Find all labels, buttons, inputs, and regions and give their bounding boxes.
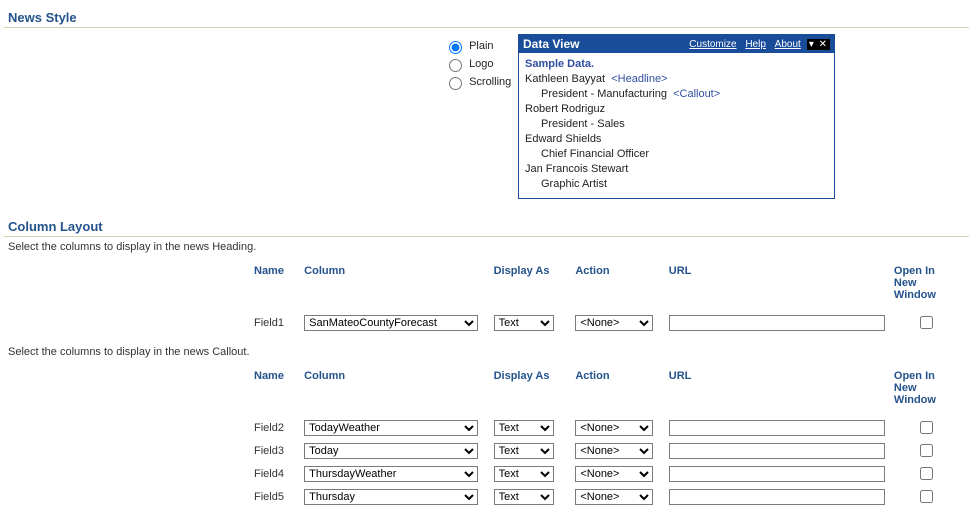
radio-scrolling[interactable]: Scrolling	[444, 74, 514, 90]
url-input[interactable]	[669, 443, 885, 459]
displayas-select[interactable]: Text	[494, 443, 554, 459]
data-view-links: Customize Help About	[683, 39, 801, 50]
radio-plain[interactable]: Plain	[444, 38, 514, 54]
link-customize[interactable]: Customize	[689, 39, 736, 50]
hdr-url: URL	[669, 366, 894, 416]
sample-row-2: Edward Shields Chief Financial Officer	[525, 132, 828, 162]
link-about[interactable]: About	[775, 39, 801, 50]
hdr-column: Column	[304, 366, 493, 416]
hdr-disp: Display As	[494, 366, 576, 416]
displayas-select[interactable]: Text	[494, 315, 554, 331]
heading-grid: Name Column Display As Action URL Open I…	[254, 261, 964, 334]
data-view-body: Sample Data. Kathleen Bayyat <Headline> …	[519, 53, 834, 198]
hdr-disp: Display As	[494, 261, 576, 311]
hdr-url: URL	[669, 261, 894, 311]
open-new-window-checkbox[interactable]	[920, 421, 933, 434]
section-title-column-layout: Column Layout	[4, 217, 969, 237]
field-name: Field2	[254, 416, 304, 439]
sample-row-1: Robert Rodriguz President - Sales	[525, 102, 828, 132]
heading-row-0: Field1 SanMateoCountyForecast Text <None…	[254, 311, 964, 334]
sample-role: President - Sales	[525, 117, 828, 132]
sample-name: Edward Shields	[525, 133, 601, 145]
action-select[interactable]: <None>	[575, 315, 653, 331]
window-buttons[interactable]: ▾ ✕	[807, 39, 830, 50]
callout-row-2: Field4 ThursdayWeather Text <None>	[254, 462, 964, 485]
field-name: Field4	[254, 462, 304, 485]
sample-row-0: Kathleen Bayyat <Headline> President - M…	[525, 72, 828, 102]
sample-name: Jan Francois Stewart	[525, 163, 628, 175]
hdr-name: Name	[254, 366, 304, 416]
link-help[interactable]: Help	[745, 39, 766, 50]
action-select[interactable]: <None>	[575, 443, 653, 459]
column-select[interactable]: TodayWeather	[304, 420, 478, 436]
column-select[interactable]: ThursdayWeather	[304, 466, 478, 482]
radio-plain-input[interactable]	[449, 41, 462, 54]
displayas-select[interactable]: Text	[494, 466, 554, 482]
url-input[interactable]	[669, 489, 885, 505]
sample-data-label: Sample Data.	[525, 57, 828, 72]
callout-grid: Name Column Display As Action URL Open I…	[254, 366, 964, 508]
hdr-column: Column	[304, 261, 493, 311]
news-style-row: Plain Logo Scrolling Data View Customize…	[4, 34, 969, 199]
radio-plain-label: Plain	[469, 40, 493, 52]
action-select[interactable]: <None>	[575, 420, 653, 436]
headline-tag: <Headline>	[611, 73, 667, 85]
radio-scrolling-label: Scrolling	[469, 76, 511, 88]
open-new-window-checkbox[interactable]	[920, 444, 933, 457]
radio-logo-input[interactable]	[449, 59, 462, 72]
open-new-window-checkbox[interactable]	[920, 316, 933, 329]
field-name: Field3	[254, 439, 304, 462]
radio-logo-label: Logo	[469, 58, 493, 70]
displayas-select[interactable]: Text	[494, 420, 554, 436]
radio-scrolling-input[interactable]	[449, 77, 462, 90]
hdr-open: Open In New Window	[894, 366, 964, 416]
callout-instruction: Select the columns to display in the new…	[8, 346, 969, 358]
sample-role: President - Manufacturing	[541, 88, 667, 100]
data-view-panel: Data View Customize Help About ▾ ✕ Sampl…	[518, 34, 835, 199]
open-new-window-checkbox[interactable]	[920, 490, 933, 503]
sample-name: Kathleen Bayyat	[525, 73, 605, 85]
radio-logo[interactable]: Logo	[444, 56, 514, 72]
open-new-window-checkbox[interactable]	[920, 467, 933, 480]
displayas-select[interactable]: Text	[494, 489, 554, 505]
news-style-radios: Plain Logo Scrolling	[444, 34, 514, 92]
action-select[interactable]: <None>	[575, 489, 653, 505]
heading-instruction: Select the columns to display in the new…	[8, 241, 969, 253]
data-view-title: Data View	[523, 37, 583, 51]
sample-role: Graphic Artist	[525, 177, 828, 192]
hdr-open: Open In New Window	[894, 261, 964, 311]
grid-header-row: Name Column Display As Action URL Open I…	[254, 366, 964, 416]
sample-name: Robert Rodriguz	[525, 103, 605, 115]
url-input[interactable]	[669, 315, 885, 331]
field-name: Field1	[254, 311, 304, 334]
section-title-news-style: News Style	[4, 8, 969, 28]
column-select[interactable]: Thursday	[304, 489, 478, 505]
url-input[interactable]	[669, 466, 885, 482]
field-name: Field5	[254, 485, 304, 508]
callout-tag: <Callout>	[673, 88, 720, 100]
callout-row-3: Field5 Thursday Text <None>	[254, 485, 964, 508]
hdr-action: Action	[575, 366, 668, 416]
grid-header-row: Name Column Display As Action URL Open I…	[254, 261, 964, 311]
column-select[interactable]: SanMateoCountyForecast	[304, 315, 478, 331]
callout-row-0: Field2 TodayWeather Text <None>	[254, 416, 964, 439]
sample-role: Chief Financial Officer	[525, 147, 828, 162]
callout-row-1: Field3 Today Text <None>	[254, 439, 964, 462]
action-select[interactable]: <None>	[575, 466, 653, 482]
url-input[interactable]	[669, 420, 885, 436]
hdr-name: Name	[254, 261, 304, 311]
sample-row-3: Jan Francois Stewart Graphic Artist	[525, 162, 828, 192]
data-view-titlebar: Data View Customize Help About ▾ ✕	[519, 35, 834, 53]
column-select[interactable]: Today	[304, 443, 478, 459]
hdr-action: Action	[575, 261, 668, 311]
